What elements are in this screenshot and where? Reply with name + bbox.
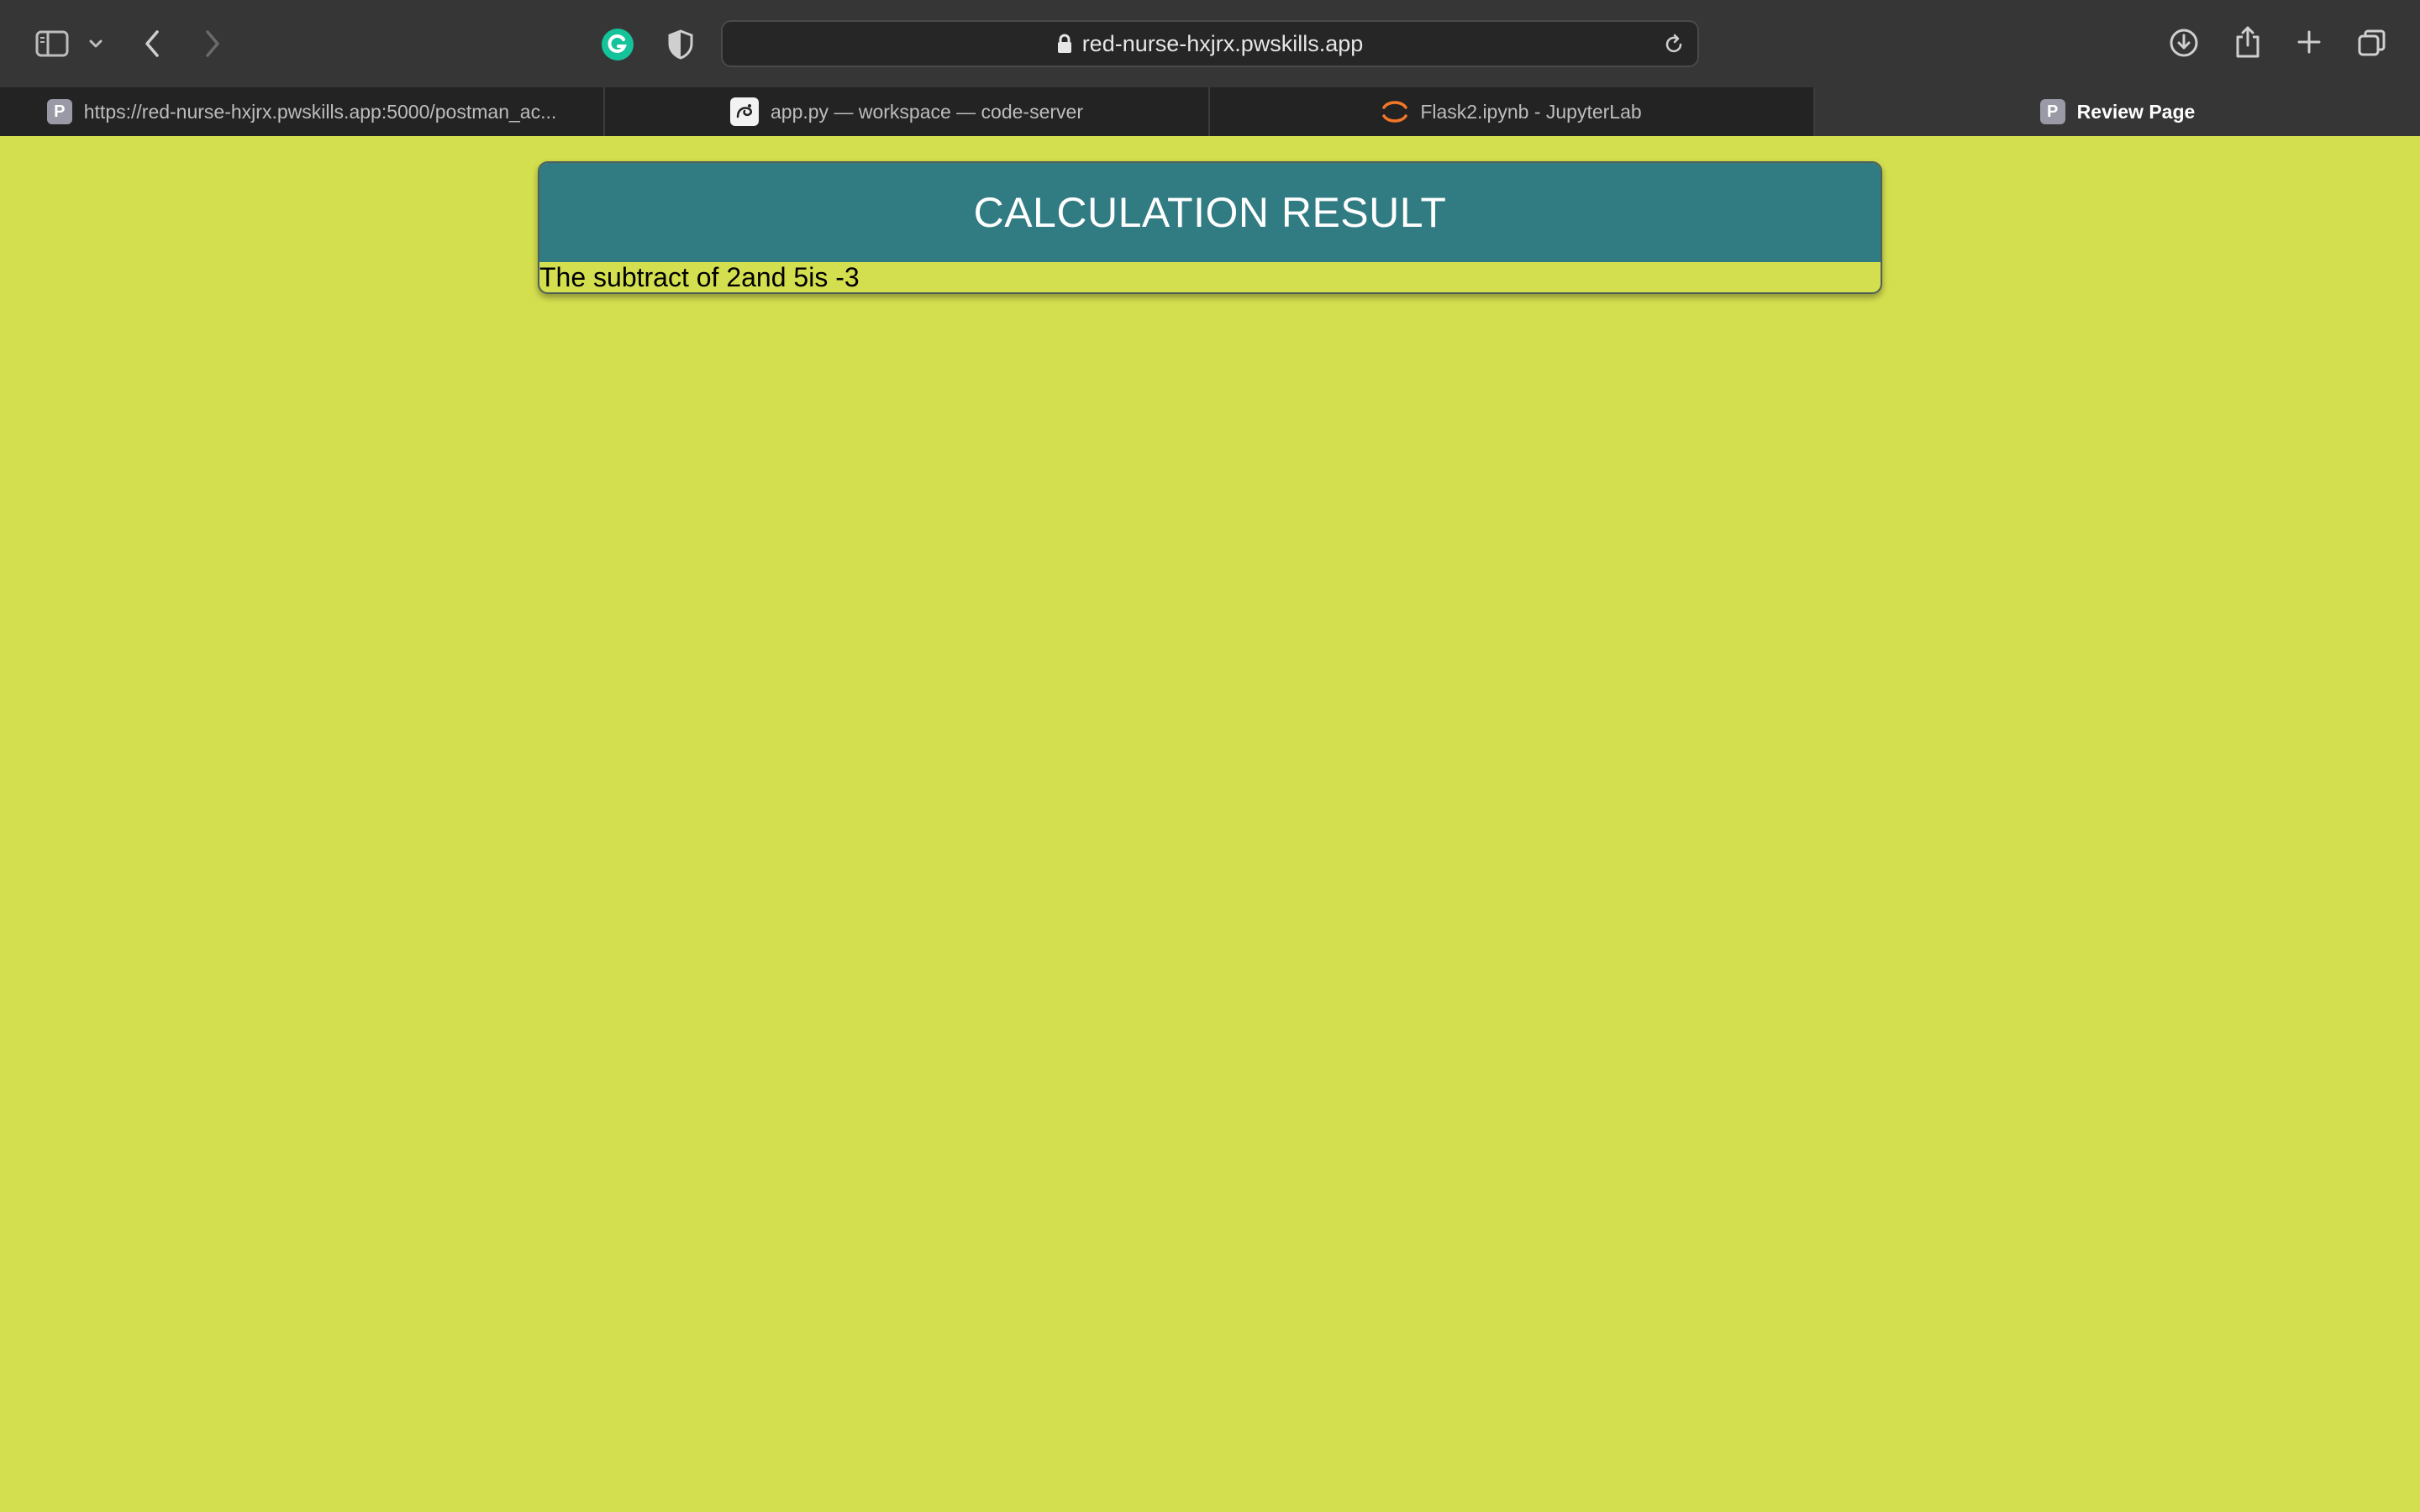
result-card-header: CALCULATION RESULT — [539, 163, 1881, 262]
tab-jupyterlab[interactable]: Flask2.ipynb - JupyterLab — [1210, 87, 1815, 136]
grammarly-extension-button[interactable] — [600, 27, 635, 62]
tab-postman[interactable]: P https://red-nurse-hxjrx.pwskills.app:5… — [0, 87, 605, 136]
share-icon — [2236, 26, 2260, 58]
chevron-left-icon — [145, 30, 159, 57]
page-title: CALCULATION RESULT — [973, 189, 1447, 236]
browser-toolbar: red-nurse-hxjrx.pwskills.app — [0, 0, 2420, 87]
tab-label: app.py — workspace — code-server — [771, 100, 1083, 123]
page-content: CALCULATION RESULT The subtract of 2and … — [0, 136, 2420, 1512]
jupyter-icon — [1382, 101, 1408, 123]
tab-label: https://red-nurse-hxjrx.pwskills.app:500… — [83, 100, 557, 123]
download-icon — [2170, 29, 2198, 57]
back-button[interactable] — [138, 25, 166, 62]
lock-icon — [1057, 34, 1071, 53]
reload-button[interactable] — [1659, 29, 1689, 60]
tab-overview-button[interactable] — [2354, 25, 2390, 60]
address-text: red-nurse-hxjrx.pwskills.app — [1081, 30, 1364, 56]
reload-icon — [1665, 34, 1682, 53]
tab-favicon-p: P — [2039, 99, 2065, 124]
result-text: The subtract of 2and 5is -3 — [539, 262, 860, 292]
forward-button[interactable] — [198, 25, 227, 62]
sidebar-icon — [35, 30, 69, 57]
tab-label: Flask2.ipynb - JupyterLab — [1420, 100, 1642, 123]
tab-overview-icon — [2358, 29, 2386, 56]
result-card: CALCULATION RESULT The subtract of 2and … — [538, 161, 1882, 294]
sidebar-toggle-button[interactable] — [32, 25, 72, 62]
tab-bar: P https://red-nurse-hxjrx.pwskills.app:5… — [0, 87, 2420, 136]
tab-label: Review Page — [2076, 100, 2196, 123]
chevron-right-icon — [206, 30, 219, 57]
code-server-icon — [730, 97, 759, 126]
shield-icon — [668, 29, 693, 60]
tab-review-page[interactable]: P Review Page — [1815, 87, 2420, 136]
tab-favicon-p: P — [46, 99, 72, 124]
privacy-shield-button[interactable] — [664, 27, 697, 62]
grammarly-icon — [602, 29, 634, 60]
new-tab-button[interactable] — [2292, 25, 2326, 59]
plus-icon — [2297, 30, 2321, 54]
tab-group-dropdown-button[interactable] — [84, 32, 108, 55]
address-bar[interactable]: red-nurse-hxjrx.pwskills.app — [721, 20, 1699, 67]
chevron-down-icon — [89, 39, 103, 48]
tab-code-server[interactable]: app.py — workspace — code-server — [605, 87, 1210, 136]
downloads-button[interactable] — [2166, 25, 2202, 60]
share-button[interactable] — [2230, 24, 2265, 60]
